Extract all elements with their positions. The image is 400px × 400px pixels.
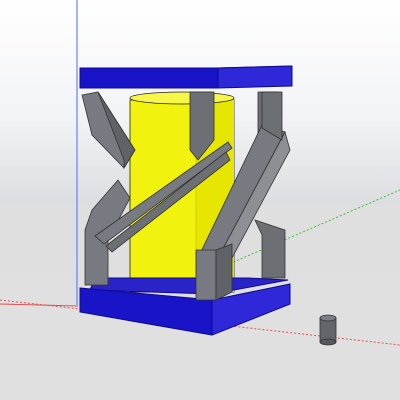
tower-model-icon[interactable] xyxy=(79,65,293,336)
top-plate-side xyxy=(217,65,293,89)
cylinder-top xyxy=(129,91,235,105)
3d-viewport[interactable] xyxy=(0,0,400,400)
red-axis-line-left xyxy=(0,303,79,307)
small-cylinder-icon[interactable] xyxy=(319,314,337,346)
back-strut-lower-right xyxy=(254,219,286,279)
bottom-plate-front xyxy=(79,287,213,336)
front-strut-lower-right-side xyxy=(215,243,233,301)
front-strut-lower-right xyxy=(195,249,217,301)
scene-canvas[interactable] xyxy=(0,0,400,400)
top-plate-front xyxy=(79,67,219,89)
